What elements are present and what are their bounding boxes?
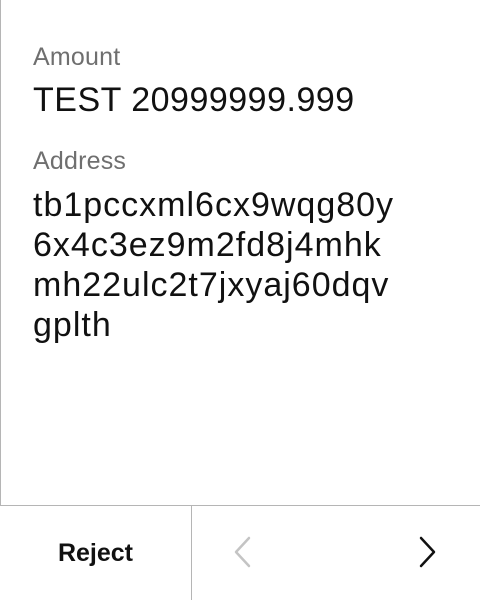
address-line: gplth (33, 306, 112, 344)
address-label: Address (33, 147, 127, 175)
review-output-screen: Amount TEST 20999999.999 Address tb1pccx… (0, 0, 480, 600)
chevron-right-icon (419, 536, 436, 568)
reject-button[interactable]: Reject (0, 506, 192, 600)
address-value: tb1pccxml6cx9wqg80y 6x4c3ez9m2fd8j4mhk m… (33, 185, 453, 345)
chevron-left-icon (234, 536, 251, 568)
transaction-details-panel: Amount TEST 20999999.999 Address tb1pccx… (0, 0, 480, 505)
address-line: mh22ulc2t7jxyaj60dqv (33, 266, 390, 304)
amount-label: Amount (33, 43, 121, 71)
address-line: 6x4c3ez9m2fd8j4mhk (33, 226, 382, 264)
amount-value: TEST 20999999.999 (33, 81, 355, 119)
page-navigation (192, 506, 480, 600)
next-page-button[interactable] (410, 534, 446, 570)
previous-page-button[interactable] (224, 534, 260, 570)
address-line: tb1pccxml6cx9wqg80y (33, 186, 395, 224)
action-bar: Reject (0, 505, 480, 600)
